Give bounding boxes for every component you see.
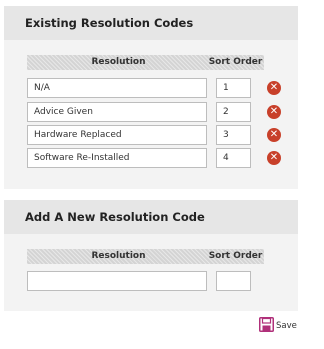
new-grid-header: Resolution Sort Order [27,249,264,264]
existing-grid-header: Resolution Sort Order [27,55,264,70]
code-row: N/A 1 ✕ [27,78,287,98]
delete-icon[interactable]: ✕ [267,81,281,95]
new-resolution-input[interactable] [27,271,207,291]
resolution-input[interactable]: N/A [27,78,207,98]
column-header-sort-order: Sort Order [208,251,263,261]
floppy-disk-icon [259,316,274,336]
new-code-row [27,271,287,291]
code-row: Advice Given 2 ✕ [27,102,287,122]
sort-order-input[interactable]: 3 [216,125,251,145]
save-button[interactable]: Save [259,316,297,336]
new-code-title: Add A New Resolution Code [4,200,298,234]
resolution-input[interactable]: Advice Given [27,102,207,122]
sort-order-input[interactable]: 4 [216,148,251,168]
code-row: Hardware Replaced 3 ✕ [27,125,287,145]
column-header-sort-order: Sort Order [208,57,263,67]
resolution-input[interactable]: Software Re-Installed [27,148,207,168]
resolution-input[interactable]: Hardware Replaced [27,125,207,145]
new-sort-order-input[interactable] [216,271,251,291]
save-label: Save [276,321,297,331]
column-header-resolution: Resolution [91,251,146,261]
delete-icon[interactable]: ✕ [267,128,281,142]
sort-order-input[interactable]: 1 [216,78,251,98]
existing-codes-title: Existing Resolution Codes [4,6,298,40]
delete-icon[interactable]: ✕ [267,105,281,119]
delete-icon[interactable]: ✕ [267,151,281,165]
sort-order-input[interactable]: 2 [216,102,251,122]
existing-codes-panel: Existing Resolution Codes Resolution Sor… [4,6,298,189]
column-header-resolution: Resolution [91,57,146,67]
new-code-panel: Add A New Resolution Code Resolution Sor… [4,200,298,311]
code-row: Software Re-Installed 4 ✕ [27,148,287,168]
